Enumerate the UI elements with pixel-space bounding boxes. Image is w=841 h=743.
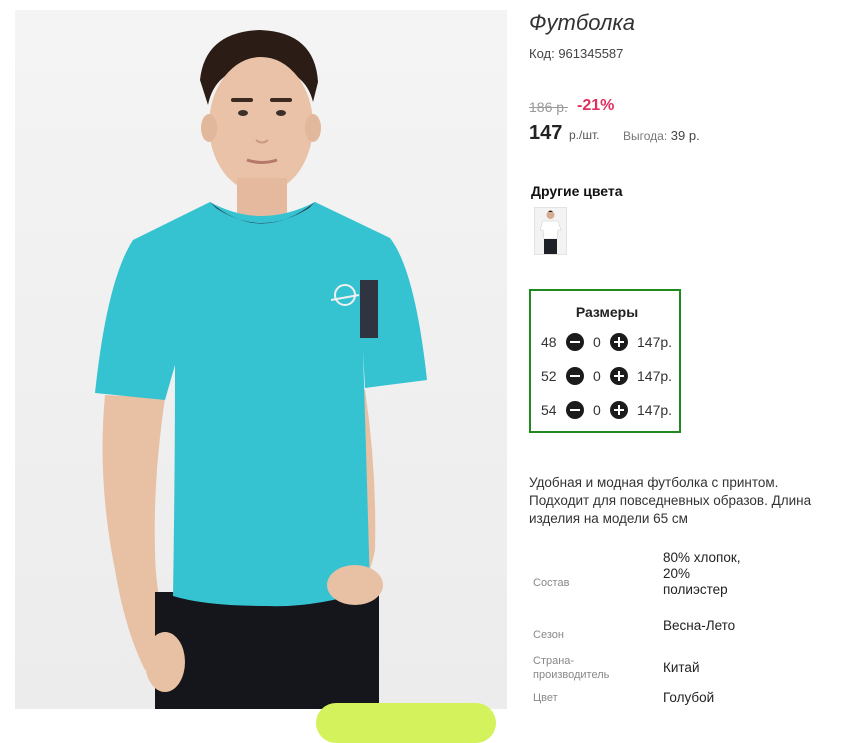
spec-label-color: Цвет bbox=[533, 692, 558, 704]
product-code: Код: 961345587 bbox=[529, 46, 624, 61]
quantity-value: 0 bbox=[593, 402, 601, 418]
spec-label-season: Сезон bbox=[533, 629, 564, 641]
spec-label-composition: Состав bbox=[533, 577, 570, 589]
sizes-panel: Размеры 48 0 147р. 52 0 147р. 54 0 147р. bbox=[529, 289, 681, 433]
quantity-value: 0 bbox=[593, 334, 601, 350]
model-illustration bbox=[95, 30, 427, 709]
size-price: 147р. bbox=[637, 334, 673, 350]
size-price: 147р. bbox=[637, 368, 673, 384]
spec-value-composition: 80% хлопок, 20% полиэстер bbox=[663, 550, 741, 597]
size-row-48: 48 0 147р. bbox=[531, 330, 683, 354]
size-price: 147р. bbox=[637, 402, 673, 418]
size-label: 54 bbox=[541, 402, 557, 418]
spec-value-season: Весна-Лето bbox=[663, 618, 736, 633]
saving-label: Выгода: bbox=[623, 129, 668, 143]
product-description: Удобная и модная футболка с принтом. Под… bbox=[529, 475, 812, 526]
spec-value-color: Голубой bbox=[663, 690, 715, 705]
add-to-cart-button[interactable] bbox=[316, 703, 496, 743]
size-label: 52 bbox=[541, 368, 557, 384]
spec-label-country: Страна-производитель bbox=[533, 655, 610, 681]
color-variant-thumbnail[interactable] bbox=[534, 207, 567, 255]
sizes-title: Размеры bbox=[575, 304, 639, 320]
size-row-54: 54 0 147р. bbox=[531, 398, 683, 422]
decrease-quantity-icon[interactable] bbox=[566, 401, 584, 419]
white-shirt-thumbnail-image bbox=[539, 210, 562, 254]
decrease-quantity-icon[interactable] bbox=[566, 333, 584, 351]
increase-quantity-icon[interactable] bbox=[610, 333, 628, 351]
quantity-value: 0 bbox=[593, 368, 601, 384]
price-unit: р./шт. bbox=[569, 128, 600, 142]
increase-quantity-icon[interactable] bbox=[610, 401, 628, 419]
decrease-quantity-icon[interactable] bbox=[566, 367, 584, 385]
other-colors-title: Другие цвета bbox=[531, 183, 623, 199]
current-price: 147 bbox=[529, 122, 563, 144]
spec-value-country: Китай bbox=[663, 660, 700, 675]
discount-badge: -21% bbox=[577, 97, 615, 114]
old-price: 186 р. bbox=[529, 99, 568, 115]
product-image[interactable] bbox=[15, 10, 507, 709]
size-label: 48 bbox=[541, 334, 557, 350]
product-title: Футболка bbox=[529, 10, 635, 35]
saving-value: 39 р. bbox=[670, 128, 700, 143]
size-row-52: 52 0 147р. bbox=[531, 364, 683, 388]
increase-quantity-icon[interactable] bbox=[610, 367, 628, 385]
saving-info: Выгода: 39 р. bbox=[623, 128, 700, 143]
